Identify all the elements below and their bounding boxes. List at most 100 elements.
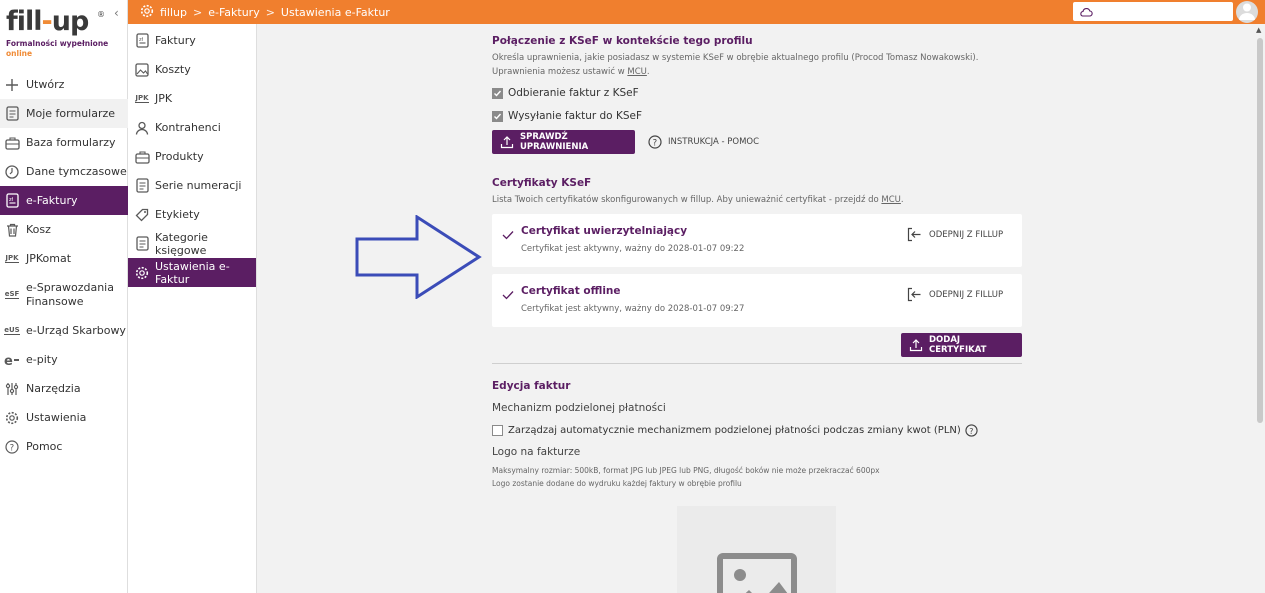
sidebar-item-e-sprawozdania[interactable]: eSF e-Sprawozdania Finansowe bbox=[0, 273, 128, 316]
sidebar-item-e-pity[interactable]: e e-pity bbox=[0, 345, 128, 374]
person-icon bbox=[134, 120, 150, 136]
svg-text:e: e bbox=[4, 354, 13, 366]
sidebar-item-baza-formularzy[interactable]: Baza formularzy bbox=[0, 128, 128, 157]
split-payment-label: Mechanizm podzielonej płatności bbox=[492, 402, 666, 414]
subnav-item-label: Koszty bbox=[155, 63, 191, 76]
subnav-item-kontrahenci[interactable]: Kontrahenci bbox=[128, 113, 256, 142]
sidebar-item-moje-formularze[interactable]: Moje formularze bbox=[0, 99, 128, 128]
document-icon bbox=[134, 178, 150, 194]
sidebar-item-e-faktury[interactable]: zł e-Faktury bbox=[0, 186, 128, 215]
logo-label: Logo na fakturze bbox=[492, 446, 581, 458]
subnav-item-etykiety[interactable]: Etykiety bbox=[128, 200, 256, 229]
gear-icon bbox=[4, 410, 20, 426]
subnav-item-label: Kontrahenci bbox=[155, 121, 221, 134]
subnav-item-ustawienia-e-faktur[interactable]: Ustawienia e-Faktur bbox=[128, 258, 256, 287]
subnav-item-faktury[interactable]: zł Faktury bbox=[128, 26, 256, 55]
invoice-icon: zł bbox=[4, 193, 20, 209]
mcu-link[interactable]: MCU bbox=[881, 195, 901, 205]
jpk-icon: JPK bbox=[135, 94, 149, 103]
subnav-item-koszty[interactable]: Koszty bbox=[128, 55, 256, 84]
top-bar: fillup > e-Faktury > Ustawienia e-Faktur bbox=[128, 0, 1265, 24]
logo-tagline-online: online bbox=[6, 49, 33, 58]
sidebar-item-label: e-pity bbox=[26, 352, 58, 366]
image-icon bbox=[134, 62, 150, 78]
scrollbar-thumb[interactable] bbox=[1257, 38, 1263, 423]
breadcrumb-separator: > bbox=[265, 5, 275, 19]
chevron-left-icon[interactable]: ‹ bbox=[114, 6, 119, 20]
ksef-connection-desc: Określa uprawnienia, jakie posiadasz w s… bbox=[492, 53, 979, 63]
invoice-icon: zł bbox=[134, 33, 150, 49]
subnav-item-label: Serie numeracji bbox=[155, 179, 242, 192]
subnav-item-kategorie-ksiegowe[interactable]: Kategorie księgowe bbox=[128, 229, 256, 258]
clock-icon bbox=[4, 164, 20, 180]
cloud-icon bbox=[1079, 2, 1093, 21]
sidebar-item-pomoc[interactable]: ? Pomoc bbox=[0, 432, 128, 461]
logo-desc-usage: Logo zostanie dodane do wydruku każdej f… bbox=[492, 479, 742, 488]
sidebar-item-label: Utwórz bbox=[26, 77, 65, 91]
breadcrumb-current: Ustawienia e-Faktur bbox=[280, 5, 390, 19]
sidebar-item-label: e-Urząd Skarbowy bbox=[26, 323, 126, 337]
sidebar-item-e-urzad-skarbowy[interactable]: eUS e-Urząd Skarbowy bbox=[0, 316, 128, 345]
svg-text:?: ? bbox=[10, 443, 15, 453]
sidebar-item-narzedzia[interactable]: Narzędzia bbox=[0, 374, 128, 403]
document-icon bbox=[4, 106, 20, 122]
checkbox-checked bbox=[492, 87, 503, 99]
image-placeholder-icon bbox=[717, 553, 797, 593]
help-icon: ? bbox=[648, 135, 662, 149]
jpk-icon: JPK bbox=[5, 254, 19, 263]
sidebar-item-kosz[interactable]: Kosz bbox=[0, 215, 128, 244]
avatar[interactable] bbox=[1236, 1, 1258, 23]
sidebar-item-label: JPKomat bbox=[26, 251, 72, 265]
sidebar-item-label: Baza formularzy bbox=[26, 135, 116, 149]
search-input[interactable] bbox=[1073, 2, 1233, 21]
invoice-edit-title: Edycja faktur bbox=[492, 380, 571, 392]
upload-icon bbox=[500, 135, 514, 149]
detach-certificate-button[interactable]: ODEPNIJ Z FILLUP bbox=[907, 287, 1003, 302]
sidebar-item-label: Pomoc bbox=[26, 439, 63, 453]
e-faktury-subnav: zł Faktury Koszty JPK JPK Kontrahenci Pr… bbox=[128, 24, 257, 593]
subnav-item-label: Etykiety bbox=[155, 208, 200, 221]
sidebar-item-label: e-Faktury bbox=[26, 193, 78, 207]
subnav-item-serie-numeracji[interactable]: Serie numeracji bbox=[128, 171, 256, 200]
detach-certificate-button[interactable]: ODEPNIJ Z FILLUP bbox=[907, 227, 1003, 242]
add-certificate-button[interactable]: DODAJ CERTYFIKAT bbox=[901, 333, 1022, 357]
brand-logo[interactable]: fill-up ® Formalności wypełnione online bbox=[6, 6, 108, 59]
subnav-item-jpk[interactable]: JPK JPK bbox=[128, 84, 256, 113]
split-payment-checkbox[interactable]: Zarządzaj automatycznie mechanizmem podz… bbox=[492, 424, 978, 437]
scroll-up-icon[interactable]: ▲ bbox=[1256, 26, 1261, 34]
subnav-item-produkty[interactable]: Produkty bbox=[128, 142, 256, 171]
breadcrumb-separator: > bbox=[193, 5, 203, 19]
check-permissions-button[interactable]: SPRAWDŹ UPRAWNIENIA bbox=[492, 130, 635, 154]
help-icon[interactable]: ? bbox=[965, 424, 978, 437]
esf-icon: eSF bbox=[4, 290, 20, 299]
certificate-name: Certyfikat offline bbox=[521, 285, 621, 297]
sidebar-item-ustawienia[interactable]: Ustawienia bbox=[0, 403, 128, 432]
sidebar-item-label: e-Sprawozdania Finansowe bbox=[26, 280, 114, 308]
briefcase-icon bbox=[134, 149, 150, 165]
ksef-certificates-desc: Lista Twoich certyfikatów skonfigurowany… bbox=[492, 195, 904, 205]
sidebar-item-label: Moje formularze bbox=[26, 106, 116, 120]
svg-text:?: ? bbox=[969, 427, 973, 436]
breadcrumb-fillup[interactable]: fillup bbox=[160, 6, 187, 19]
perm-send-checkbox[interactable]: Wysyłanie faktur do KSeF bbox=[492, 110, 642, 122]
sidebar-item-label: Kosz bbox=[26, 222, 51, 236]
mcu-link[interactable]: MCU bbox=[627, 67, 647, 77]
svg-text:zł: zł bbox=[9, 197, 14, 203]
breadcrumb-e-faktury[interactable]: e-Faktury bbox=[208, 6, 259, 19]
logo-wordmark: fill-up bbox=[6, 6, 89, 37]
sidebar-item-utworz[interactable]: Utwórz bbox=[0, 70, 128, 99]
sidebar-item-jpkomat[interactable]: JPK JPKomat bbox=[0, 244, 128, 273]
subnav-item-label: JPK bbox=[155, 92, 173, 105]
tag-icon bbox=[134, 207, 150, 223]
subnav-item-label: Faktury bbox=[155, 34, 196, 47]
subnav-item-label: Produkty bbox=[155, 150, 204, 163]
subnav-item-label: Kategorie księgowe bbox=[155, 230, 208, 257]
logo-tagline: Formalności wypełnione bbox=[6, 39, 109, 48]
checkbox-checked bbox=[492, 110, 503, 122]
certificate-status: Certyfikat jest aktywny, ważny do 2028-0… bbox=[521, 244, 745, 254]
perm-receive-checkbox[interactable]: Odbieranie faktur z KSeF bbox=[492, 87, 639, 99]
help-instructions-link[interactable]: ? INSTRUKCJA - POMOC bbox=[648, 135, 759, 149]
sidebar-item-dane-tymczasowe[interactable]: Dane tymczasowe bbox=[0, 157, 128, 186]
ksef-connection-title: Połączenie z KSeF w kontekście tego prof… bbox=[492, 35, 753, 47]
logo-upload-area[interactable] bbox=[677, 506, 836, 593]
